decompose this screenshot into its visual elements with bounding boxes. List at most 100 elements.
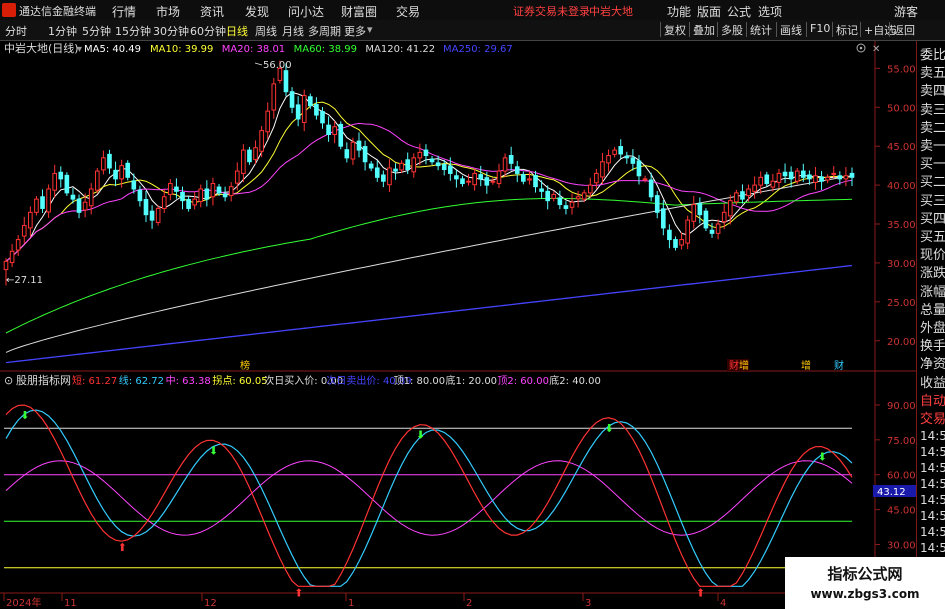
menu-layout[interactable]: 版面 (697, 3, 721, 20)
menu-news[interactable]: 资讯 (200, 3, 224, 20)
candle-body[interactable] (21, 225, 27, 237)
candle-body[interactable] (612, 149, 617, 155)
candle-body[interactable] (831, 172, 837, 175)
period-60min[interactable]: 60分钟 (190, 23, 226, 39)
candle-body[interactable] (502, 157, 508, 172)
candle-body[interactable] (356, 140, 362, 151)
candle-body[interactable] (843, 175, 849, 180)
candle-body[interactable] (283, 70, 289, 93)
candle-body[interactable] (64, 174, 70, 194)
candle-body[interactable] (685, 219, 690, 244)
btn-mark[interactable]: 标记 (832, 22, 861, 37)
candle-body[interactable] (368, 163, 374, 169)
candle-body[interactable] (618, 146, 624, 155)
candle-body[interactable] (770, 180, 776, 188)
candle-body[interactable] (794, 170, 800, 182)
candle-body[interactable] (198, 188, 204, 202)
candle-body[interactable] (679, 239, 684, 246)
candle-body[interactable] (247, 149, 252, 163)
candle-body[interactable] (387, 167, 392, 186)
candle-body[interactable] (514, 166, 520, 174)
candle-body[interactable] (222, 193, 228, 198)
btn-overlay[interactable]: 叠加 (689, 22, 718, 37)
candle-body[interactable] (411, 157, 417, 173)
period-15min[interactable]: 15分钟 (115, 23, 151, 39)
event-marker[interactable]: 增 (739, 359, 749, 372)
period-5min[interactable]: 5分钟 (82, 23, 111, 39)
candle-body[interactable] (174, 186, 179, 192)
candle-body[interactable] (837, 175, 843, 180)
candle-body[interactable] (648, 179, 654, 198)
btn-f10[interactable]: F10 (806, 22, 833, 37)
candle-body[interactable] (393, 168, 398, 172)
candle-body[interactable] (746, 188, 751, 197)
candle-body[interactable] (600, 161, 605, 178)
candle-body[interactable] (15, 239, 21, 251)
candle-body[interactable] (849, 172, 855, 178)
candle-body[interactable] (715, 223, 721, 234)
menu-market[interactable]: 市场 (156, 3, 180, 20)
chevron-down-icon[interactable]: ▾ (367, 23, 373, 36)
event-marker[interactable]: 财 (834, 359, 844, 372)
candle-body[interactable] (813, 175, 818, 183)
candle-body[interactable] (460, 178, 465, 185)
candle-body[interactable] (28, 211, 33, 229)
candle-body[interactable] (508, 155, 514, 164)
candle-body[interactable] (496, 170, 502, 185)
period-daily[interactable]: 日线 (226, 23, 248, 39)
candle-body[interactable] (527, 178, 532, 181)
candle-body[interactable] (374, 167, 380, 178)
candle-body[interactable] (697, 202, 703, 216)
period-more[interactable]: 更多 (344, 23, 366, 39)
candle-body[interactable] (776, 172, 782, 183)
candle-body[interactable] (88, 188, 94, 207)
candle-body[interactable] (691, 204, 697, 222)
candle-body[interactable] (673, 239, 678, 248)
candle-body[interactable] (131, 180, 137, 190)
candle-body[interactable] (137, 189, 143, 202)
candle-body[interactable] (563, 205, 569, 209)
candle-body[interactable] (241, 149, 246, 174)
chevron-down-icon[interactable]: ▾ (77, 44, 82, 55)
candle-body[interactable] (94, 170, 100, 191)
candle-body[interactable] (82, 201, 88, 211)
candle-body[interactable] (192, 198, 197, 206)
menu-trade[interactable]: 交易 (396, 3, 420, 20)
candle-body[interactable] (52, 172, 58, 191)
candle-body[interactable] (782, 171, 788, 177)
candle-body[interactable] (490, 180, 496, 183)
candle-body[interactable] (3, 260, 9, 271)
candle-body[interactable] (587, 184, 593, 194)
candle-body[interactable] (186, 198, 191, 209)
candle-body[interactable] (667, 229, 672, 241)
candle-body[interactable] (551, 193, 557, 199)
candle-body[interactable] (764, 174, 770, 185)
candle-body[interactable] (429, 158, 435, 163)
chart-area[interactable]: ⬇ ⬆ ⬇ ⬆ ⬇ ⬇ ⬆ ⬇ 55.00 50.00 45.00 40.00 35.00 30.00 2… (0, 41, 916, 609)
candle-body[interactable] (76, 198, 82, 213)
period-1min[interactable]: 1分钟 (48, 23, 77, 39)
close-icon[interactable]: ✕ (872, 44, 880, 55)
candle-body[interactable] (119, 165, 124, 180)
candle-body[interactable] (472, 172, 477, 186)
btn-stats[interactable]: 统计 (746, 22, 775, 37)
candle-body[interactable] (125, 162, 131, 178)
menu-ask[interactable]: 问小达 (288, 3, 324, 20)
candle-body[interactable] (788, 171, 794, 180)
candle-body[interactable] (734, 192, 739, 203)
candle-body[interactable] (143, 198, 149, 216)
candle-body[interactable] (58, 171, 64, 180)
candle-body[interactable] (332, 126, 337, 136)
candle-body[interactable] (228, 186, 234, 197)
candle-body[interactable] (344, 149, 350, 159)
side-panel-label[interactable]: 交易 (920, 408, 945, 427)
candle-body[interactable] (362, 146, 368, 163)
candle-body[interactable] (709, 229, 715, 234)
candle-body[interactable] (630, 157, 636, 164)
candle-body[interactable] (155, 207, 161, 223)
period-multi[interactable]: 多周期 (308, 23, 341, 39)
side-panel-label[interactable]: 自动 (920, 390, 945, 409)
candle-body[interactable] (825, 176, 830, 181)
candle-body[interactable] (521, 174, 526, 182)
candle-body[interactable] (557, 197, 563, 206)
